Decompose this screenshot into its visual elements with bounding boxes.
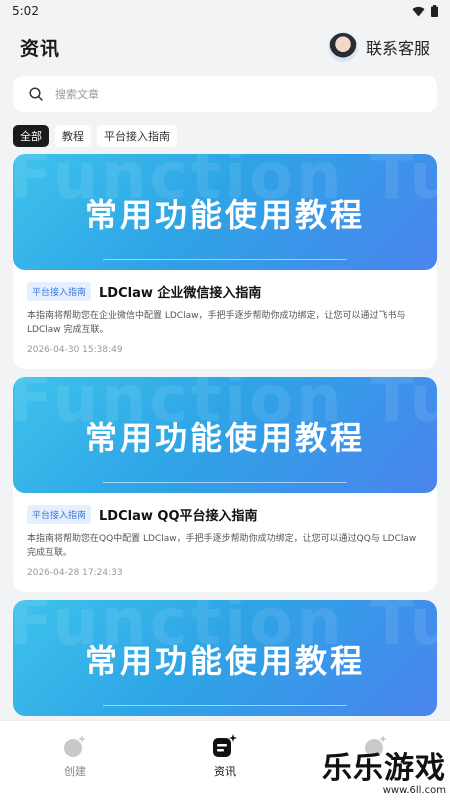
article-description: 本指南将帮助您在企业微信中配置 LDClaw，手把手逐步帮助你成功绑定，让您可以… — [27, 311, 406, 335]
banner-title: 常用功能使用教程 — [84, 196, 365, 234]
contact-support-button[interactable]: 联系客服 — [327, 32, 430, 62]
banner-title: 常用功能使用教程 — [84, 419, 365, 457]
article-description: 本指南将帮助您在QQ中配置 LDClaw，手把手逐步帮助你成功绑定，让您可以通过… — [27, 534, 417, 558]
tag-all[interactable]: 全部 — [13, 125, 49, 147]
search-input[interactable]: 搜索文章 — [13, 76, 437, 112]
article-banner: Function Tutorials 常用功能使用教程 — [13, 600, 437, 716]
tab-news[interactable]: 资讯 — [185, 733, 265, 779]
article-card[interactable]: Function Tutorials 常用功能使用教程 — [13, 600, 437, 716]
status-time: 5:02 — [12, 4, 39, 18]
tab-news-label: 资讯 — [214, 765, 236, 778]
category-tags: 全部 教程 平台接入指南 — [0, 112, 450, 147]
banner-divider — [103, 259, 347, 260]
article-banner: Function Tutorials 常用功能使用教程 — [13, 377, 437, 493]
search-placeholder: 搜索文章 — [55, 88, 99, 101]
article-date: 2026-04-28 17:24:33 — [27, 568, 123, 578]
tag-platform-guide[interactable]: 平台接入指南 — [97, 125, 177, 147]
article-badge: 平台接入指南 — [27, 505, 92, 524]
article-head: 平台接入指南 LDClaw 企业微信接入指南 — [27, 282, 423, 301]
article-card[interactable]: Function Tutorials 常用功能使用教程 平台接入指南 LDCla… — [13, 154, 437, 369]
article-body: 平台接入指南 LDClaw 企业微信接入指南 本指南将帮助您在企业微信中配置 L… — [13, 270, 437, 369]
watermark-url: www.6ll.com — [382, 785, 446, 796]
article-feed: Function Tutorials 常用功能使用教程 平台接入指南 LDCla… — [13, 154, 437, 724]
article-title: LDClaw QQ平台接入指南 — [99, 509, 258, 524]
tag-tutorial[interactable]: 教程 — [55, 125, 91, 147]
article-banner: Function Tutorials 常用功能使用教程 — [13, 154, 437, 270]
search-icon — [29, 87, 43, 101]
contact-support-label: 联系客服 — [365, 39, 430, 58]
banner-divider — [103, 705, 347, 706]
status-icons — [412, 5, 438, 17]
article-title: LDClaw 企业微信接入指南 — [99, 286, 262, 301]
tab-create-label: 创建 — [64, 765, 86, 778]
watermark: 乐乐游戏 www.6ll.com — [322, 751, 446, 797]
banner-title: 常用功能使用教程 — [84, 642, 365, 680]
article-card[interactable]: Function Tutorials 常用功能使用教程 平台接入指南 LDCla… — [13, 377, 437, 592]
news-icon — [213, 734, 237, 757]
wifi-icon — [412, 6, 425, 17]
battery-icon — [431, 5, 438, 17]
page-title: 资讯 — [20, 37, 61, 60]
banner-divider — [103, 482, 347, 483]
article-head: 平台接入指南 LDClaw QQ平台接入指南 — [27, 505, 423, 524]
watermark-title: 乐乐游戏 — [322, 751, 446, 786]
page-header: 资讯 联系客服 — [0, 22, 450, 72]
article-date: 2026-04-30 15:38:49 — [27, 345, 123, 355]
status-bar: 5:02 — [0, 0, 450, 22]
create-icon — [64, 735, 86, 757]
article-badge: 平台接入指南 — [27, 282, 92, 301]
tab-create[interactable]: 创建 — [35, 733, 115, 779]
avatar — [327, 32, 358, 62]
article-body: 平台接入指南 LDClaw QQ平台接入指南 本指南将帮助您在QQ中配置 LDC… — [13, 493, 437, 592]
